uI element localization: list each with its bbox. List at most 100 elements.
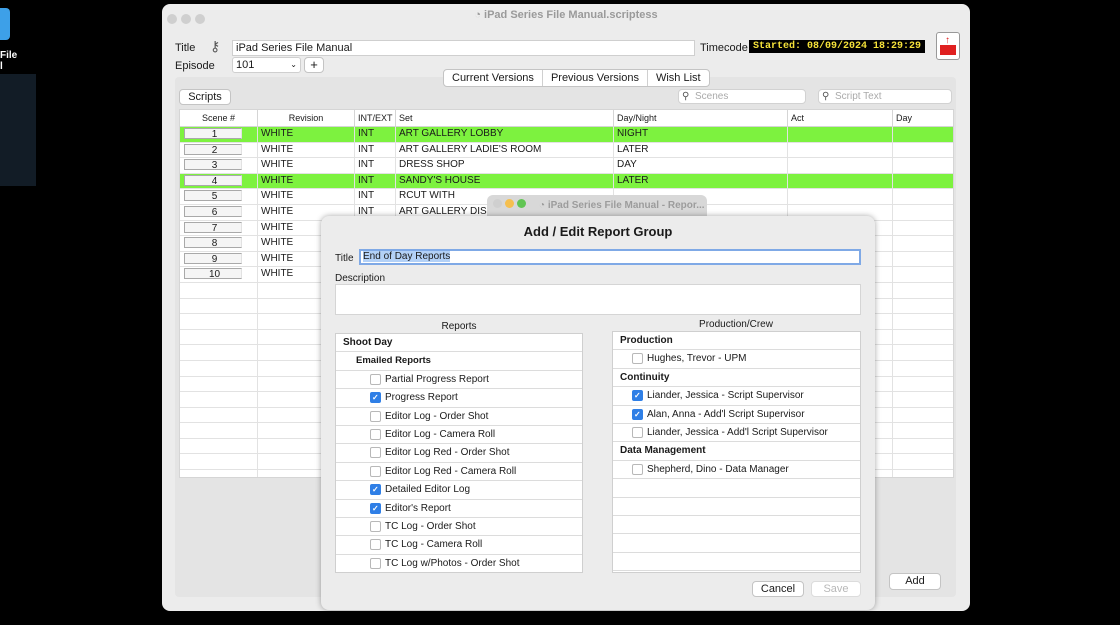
daynight-cell[interactable]: DAY — [614, 158, 788, 173]
intext-cell[interactable]: INT — [355, 142, 396, 158]
checkbox[interactable] — [632, 463, 643, 475]
day-cell[interactable] — [893, 236, 953, 251]
list-item[interactable]: Detailed Editor Log — [336, 481, 582, 500]
scene-number-button[interactable]: 7 — [184, 221, 242, 233]
title-field[interactable]: iPad Series File Manual — [232, 40, 695, 56]
list-item[interactable]: Partial Progress Report — [336, 371, 582, 390]
scene-number-cell[interactable]: 5 — [180, 189, 258, 204]
add-episode-button[interactable]: + — [304, 57, 324, 73]
checkbox[interactable] — [370, 428, 381, 440]
dialog-minimize-button[interactable] — [504, 199, 514, 208]
report-title-input[interactable]: End of Day Reports — [359, 249, 861, 265]
day-cell[interactable] — [893, 205, 953, 220]
checkbox[interactable] — [370, 539, 381, 551]
checkbox[interactable] — [370, 557, 381, 569]
list-item[interactable]: Shepherd, Dino - Data Manager — [613, 461, 860, 480]
checkbox[interactable] — [370, 520, 381, 532]
scene-number-button[interactable]: 5 — [184, 190, 242, 202]
revision-cell[interactable]: WHITE — [258, 158, 355, 173]
dialog-zoom-button[interactable] — [516, 199, 526, 208]
cancel-button[interactable]: Cancel — [752, 581, 804, 597]
window-titlebar[interactable]: ◔ iPad Series File Manual.scriptess — [162, 4, 970, 26]
column-header-day[interactable]: Day — [893, 110, 953, 126]
scene-number-button[interactable]: 9 — [184, 252, 242, 264]
checkbox[interactable] — [632, 406, 643, 423]
scene-number-cell[interactable]: 7 — [180, 220, 258, 236]
scenes-search-input[interactable]: ⚲ Scenes — [678, 89, 806, 104]
script-text-search-input[interactable]: ⚲ Script Text — [818, 89, 952, 104]
checkbox[interactable] — [632, 426, 643, 438]
scene-number-button[interactable]: 10 — [184, 268, 242, 280]
checkbox[interactable] — [370, 500, 381, 517]
checkbox[interactable] — [370, 465, 381, 477]
scene-number-cell[interactable]: 4 — [180, 173, 258, 189]
scene-number-cell[interactable]: 10 — [180, 267, 258, 282]
revision-cell[interactable]: WHITE — [258, 142, 355, 158]
column-header-scene[interactable]: Scene # — [180, 110, 258, 126]
checkbox[interactable] — [370, 447, 381, 459]
set-cell[interactable]: SANDY'S HOUSE — [396, 173, 614, 189]
revision-cell[interactable]: WHITE — [258, 127, 355, 142]
scene-number-cell[interactable]: 8 — [180, 236, 258, 251]
list-item[interactable]: Editor Log Red - Order Shot — [336, 444, 582, 463]
save-button[interactable]: Save — [811, 581, 861, 597]
list-item[interactable]: Alan, Anna - Add'l Script Supervisor — [613, 406, 860, 424]
add-button[interactable]: Add — [889, 573, 941, 590]
list-item[interactable]: TC Log - Order Shot — [336, 518, 582, 537]
act-cell[interactable] — [788, 189, 893, 204]
scene-number-cell[interactable]: 2 — [180, 142, 258, 158]
day-cell[interactable] — [893, 252, 953, 267]
column-header-daynight[interactable]: Day/Night — [614, 110, 788, 126]
scene-number-cell[interactable]: 6 — [180, 204, 258, 220]
tab-previous-versions[interactable]: Previous Versions — [543, 70, 648, 86]
column-header-intext[interactable]: INT/EXT — [355, 110, 396, 126]
key-icon[interactable]: ⚷ — [210, 38, 220, 55]
dialog-close-button[interactable] — [493, 199, 502, 208]
revision-cell[interactable]: WHITE — [258, 189, 355, 204]
list-item[interactable]: Liander, Jessica - Add'l Script Supervis… — [613, 424, 860, 443]
table-row[interactable]: 3 WHITE INT DRESS SHOP DAY — [180, 158, 953, 174]
day-cell[interactable] — [893, 158, 953, 173]
day-cell[interactable] — [893, 174, 953, 189]
checkbox[interactable] — [632, 353, 643, 365]
daynight-cell[interactable]: NIGHT — [614, 127, 788, 142]
intext-cell[interactable]: INT — [355, 189, 396, 204]
intext-cell[interactable]: INT — [355, 127, 396, 142]
list-item[interactable]: Hughes, Trevor - UPM — [613, 350, 860, 369]
scene-number-button[interactable]: 6 — [184, 205, 242, 217]
intext-cell[interactable]: INT — [355, 158, 396, 173]
act-cell[interactable] — [788, 127, 893, 142]
scene-number-cell[interactable]: 1 — [180, 127, 258, 142]
scene-number-button[interactable]: 8 — [184, 237, 242, 249]
checkbox[interactable] — [632, 387, 643, 405]
set-cell[interactable]: DRESS SHOP — [396, 158, 614, 173]
list-item[interactable]: Editor's Report — [336, 500, 582, 518]
list-item[interactable]: Editor Log - Order Shot — [336, 408, 582, 426]
day-cell[interactable] — [893, 189, 953, 204]
close-window-button[interactable] — [167, 14, 177, 24]
table-row[interactable]: 2 WHITE INT ART GALLERY LADIE'S ROOM LATER — [180, 142, 953, 159]
minimize-window-button[interactable] — [181, 14, 191, 24]
scene-number-button[interactable]: 4 — [184, 174, 242, 186]
export-icon[interactable]: ↑ — [936, 32, 960, 60]
day-cell[interactable] — [893, 267, 953, 282]
scene-number-cell[interactable]: 9 — [180, 251, 258, 267]
episode-select[interactable]: 101 ⌄ — [232, 57, 301, 73]
scene-number-button[interactable]: 3 — [184, 159, 242, 171]
column-header-revision[interactable]: Revision — [258, 110, 355, 126]
act-cell[interactable] — [788, 142, 893, 158]
scripts-button[interactable]: Scripts — [179, 89, 231, 105]
scene-number-cell[interactable]: 3 — [180, 158, 258, 173]
act-cell[interactable] — [788, 158, 893, 173]
day-cell[interactable] — [893, 127, 953, 142]
day-cell[interactable] — [893, 221, 953, 236]
column-header-set[interactable]: Set — [396, 110, 614, 126]
table-row[interactable]: 4 WHITE INT SANDY'S HOUSE LATER — [180, 173, 953, 190]
scene-number-button[interactable]: 2 — [184, 143, 242, 155]
intext-cell[interactable]: INT — [355, 173, 396, 189]
description-field[interactable] — [335, 284, 861, 315]
daynight-cell[interactable]: LATER — [614, 173, 788, 189]
checkbox[interactable] — [370, 481, 381, 499]
list-item[interactable]: TC Log - Camera Roll — [336, 536, 582, 555]
column-header-act[interactable]: Act — [788, 110, 893, 126]
